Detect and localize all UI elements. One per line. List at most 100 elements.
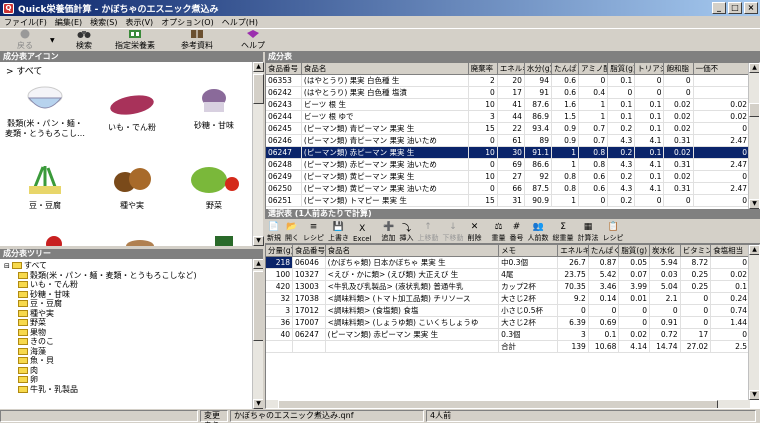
number-button[interactable]: # 番号 [508,221,526,243]
icon-grains[interactable]: 穀類(米・パン・麺・麦類・とうもろこし… [5,84,85,139]
composition-row[interactable]: 06247 (ピーマン類) 赤ピーマン 果実 生 10 30 91.1 1 0.8 0.2 0.… [266,146,751,159]
selection-row[interactable]: 36 17007 <調味料類> (しょうゆ類) こいくちしょうゆ 大さじ2杯 6.39 0… [266,316,750,329]
servings-button[interactable]: 👥 人前数 [526,221,551,243]
icon-panel-scrollbar[interactable]: ▲ ▼ [252,62,264,246]
composition-column-header[interactable]: 脂質(g) [607,63,636,75]
composition-column-header[interactable]: 水分(g) [524,63,552,75]
scroll-up-icon[interactable]: ▲ [253,259,263,269]
selection-row[interactable]: 32 17038 <調味料類> (トマト加工品類) チリソース 大さじ2杯 9.2 0.1… [266,292,750,305]
composition-row[interactable]: 06245 (ピーマン類) 青ピーマン 果実 生 15 22 93.4 0.9 0.7 0.2… [266,122,751,135]
back-dropdown-icon[interactable]: ▼ [50,37,64,44]
icon-beans[interactable]: 豆・豆腐 [5,162,85,211]
composition-column-header[interactable]: トリアシ [634,63,665,75]
recipe-button[interactable]: ≡ レシピ [301,221,326,243]
scroll-down-icon[interactable]: ▼ [749,390,759,400]
composition-row[interactable]: 06251 (ピーマン類) トマピー 果実 生 15 31 90.9 1 0 0.2 0 0 0 [266,194,751,207]
selection-column-header[interactable]: メモ [498,245,559,257]
selection-column-header[interactable]: ビタミン [680,245,712,257]
scroll-up-icon[interactable]: ▲ [253,62,264,72]
composition-column-header[interactable]: 食品番号 [266,63,302,75]
composition-row[interactable]: 06246 (ピーマン類) 青ピーマン 果実 油いため 0 61 89 0.9 0.7 4.3… [266,134,751,147]
selection-hscrollbar[interactable] [266,400,750,408]
selection-column-header[interactable]: 食品番号 [292,245,326,257]
selection-cell[interactable]: 218 [266,256,294,269]
selection-row[interactable]: 40 06247 (ピーマン類) 赤ピーマン 果実 生 0.3個 3 0.1 0.02 0.7… [266,328,750,341]
tree-expand-icon[interactable]: ⊟ [4,262,10,270]
tree-item[interactable]: 牛乳・乳製品 [18,385,263,395]
scroll-down-icon[interactable]: ▼ [253,399,263,409]
composition-row[interactable]: 06248 (ピーマン類) 赤ピーマン 果実 油いため 0 69 86.6 1 0.8 4.3… [266,158,751,171]
add-button[interactable]: ➕ 追加 [380,221,398,243]
open-button[interactable]: 📂 開く [283,221,301,243]
new-button[interactable]: 📄 新規 [265,221,283,243]
composition-row[interactable]: 06244 ビーツ 根 ゆで 3 44 86.9 1.5 1 0.1 0.1 0.02 0.02 [266,110,751,123]
composition-column-header[interactable]: アミノ酸 [578,63,609,75]
composition-column-header[interactable]: 食品名 [301,63,469,75]
selection-cell[interactable]: 3 [266,304,294,317]
tree-item[interactable]: 豆・豆腐 [18,299,263,309]
tree-item[interactable]: 野菜 [18,318,263,328]
icon-nuts[interactable]: 種や実 [92,162,172,211]
composition-row[interactable]: 06242 (はやとうり) 果実 白色種 塩漬 0 17 91 0.6 0.4 0 0 0 [266,86,751,99]
calc-method-button[interactable]: ▦ 計算法 [576,221,601,243]
move-up-button[interactable]: ↑ 上移動 [416,221,441,243]
tree-item[interactable]: 魚・貝 [18,356,263,366]
selection-column-header[interactable]: エネルギ [557,245,589,257]
icon-vegetables[interactable]: 野菜 [174,162,254,211]
composition-column-header[interactable]: エネルギ [497,63,525,75]
scroll-thumb[interactable] [253,271,263,341]
scroll-up-icon[interactable]: ▲ [749,63,759,73]
tree-item[interactable]: 肉 [18,366,263,376]
search-button[interactable]: 検索 [64,29,104,51]
menu-help[interactable]: ヘルプ(H) [218,17,262,28]
composition-row[interactable]: 06243 ビーツ 根 生 10 41 87.6 1.6 1 0.1 0.1 0.02 0.02 [266,98,751,111]
icon-sugar[interactable]: 砂糖・甘味 [174,86,254,131]
tree-item[interactable]: 海藻 [18,347,263,357]
menu-view[interactable]: 表示(V) [121,17,157,28]
composition-column-header[interactable]: 飽和脂 [663,63,694,75]
all-category-link[interactable]: > すべて [0,62,263,79]
selection-cell[interactable]: 100 [266,268,294,281]
tree-item[interactable]: きのこ [18,337,263,347]
overwrite-button[interactable]: 💾 上書き [326,221,351,243]
composition-row[interactable]: 06249 (ピーマン類) 黄ピーマン 果実 生 10 27 92 0.8 0.6 0.2 0.… [266,170,751,183]
insert-button[interactable]: ⤵ 挿入 [398,221,416,243]
composition-column-header[interactable]: 廃棄率 [468,63,498,75]
selection-scrollbar[interactable]: ▲ ▼ [748,245,759,400]
designated-nutrient-button[interactable]: 指定栄養素 [104,29,166,51]
selection-column-header[interactable]: 分量(g) [266,245,294,257]
hscroll-thumb[interactable] [278,400,718,408]
selection-cell[interactable]: 36 [266,316,294,329]
menu-options[interactable]: オプション(O) [157,17,218,28]
tree-item[interactable]: 果物 [18,328,263,338]
composition-row[interactable]: 06353 (はやとうり) 果実 白色種 生 2 20 94 0.6 0 0.1 0 0 [266,74,751,87]
composition-scrollbar[interactable]: ▲ ▼ [748,63,759,209]
selection-column-header[interactable]: 炭水化 [649,245,681,257]
delete-button[interactable]: ✕ 削除 [466,221,484,243]
minimize-button[interactable]: _ [712,2,726,14]
reference-button[interactable]: 参考資料 [166,29,228,51]
composition-column-header[interactable]: 一価不 [693,63,751,75]
selection-cell[interactable]: 32 [266,292,294,305]
selection-column-header[interactable]: たんぱく [588,245,620,257]
maximize-button[interactable]: □ [728,2,742,14]
selection-cell[interactable]: 40 [266,328,294,341]
close-button[interactable]: × [744,2,758,14]
selection-row[interactable]: 420 13003 <牛乳及び乳製品> (液状乳類) 普通牛乳 カップ2杯 70.35 3… [266,280,750,293]
selection-cell[interactable]: 420 [266,280,294,293]
scroll-thumb[interactable] [253,74,264,104]
selection-row[interactable]: 100 10327 <えび・かに類> (えび類) 大正えび 生 4尾 23.75 5.42… [266,268,750,281]
icon-potato[interactable]: いも・でん粉 [92,92,172,133]
composition-row[interactable]: 06250 (ピーマン類) 黄ピーマン 果実 油いため 0 66 87.5 0.8 0.6 4… [266,182,751,195]
back-button[interactable]: 戻る [0,29,50,51]
selection-column-header[interactable]: 食塩相当 [710,245,750,257]
help-button[interactable]: ヘルプ [228,29,278,51]
menu-file[interactable]: ファイル(F) [0,17,51,28]
selection-row[interactable]: 218 06046 (かぼちゃ類) 日本かぼちゃ 果実 生中0.3個 26.7 0.87… [266,256,750,269]
scroll-thumb[interactable] [749,103,759,117]
selection-column-header[interactable]: 脂質(g) [618,245,650,257]
selection-column-header[interactable]: 食品名 [325,245,500,257]
excel-button[interactable]: X Excel [351,221,374,243]
recipe-close-button[interactable]: 📋 レシピ [601,221,626,243]
tree-item[interactable]: 種や実 [18,309,263,319]
